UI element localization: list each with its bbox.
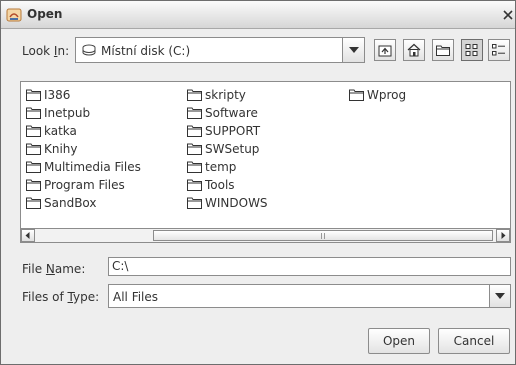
chevron-down-icon [349,47,359,53]
folder-icon [26,107,41,119]
folder-icon [26,143,41,155]
folder-item[interactable]: SandBox [26,194,141,212]
folder-icon [26,125,41,137]
folder-item[interactable]: katka [26,122,141,140]
home-button[interactable] [403,39,425,61]
folder-item[interactable]: temp [187,158,268,176]
folder-icon [187,125,202,137]
folder-icon [187,107,202,119]
new-folder-button[interactable] [432,39,454,61]
grip-icon [321,233,325,239]
window-title: Open [27,7,63,21]
scroll-right-button[interactable] [496,229,510,242]
hard-disk-icon [82,44,96,56]
file-name-input[interactable]: C:\ [108,257,511,276]
folder-icon [349,89,364,101]
new-folder-icon [436,45,450,56]
cancel-button[interactable]: Cancel [438,328,510,354]
file-name-label: File Name: [22,262,86,276]
folder-icon [26,197,41,209]
folder-item[interactable]: Wprog [349,86,406,104]
folder-icon [187,179,202,191]
list-view-button[interactable] [461,39,483,61]
folder-icon [187,89,202,101]
chevron-down-icon [495,293,505,299]
folder-icon [187,161,202,173]
details-view-button[interactable] [488,39,510,61]
folder-item[interactable]: WINDOWS [187,194,268,212]
look-in-value: Místní disk (C:) [101,44,191,58]
folder-item[interactable]: SUPPORT [187,122,268,140]
folder-item[interactable]: skripty [187,86,268,104]
open-dialog: Open Look In: Místní disk (C:) I386 Inet… [0,0,516,365]
folder-item[interactable]: Inetpub [26,104,141,122]
folder-icon [26,179,41,191]
file-list-column: Wprog [349,86,406,104]
file-type-value: All Files [113,290,159,304]
close-icon[interactable] [503,10,513,20]
look-in-label: Look In: [22,44,70,58]
up-one-level-button[interactable] [374,39,396,61]
list-view-icon [465,44,478,56]
horizontal-scrollbar[interactable] [21,228,510,242]
chevron-right-icon [501,232,506,239]
folder-icon [187,143,202,155]
file-type-dropdown-button[interactable] [489,285,510,307]
java-app-icon [6,8,22,22]
folder-icon [26,161,41,173]
folder-item[interactable]: Software [187,104,268,122]
look-in-dropdown-button[interactable] [342,38,364,62]
folder-item[interactable]: Program Files [26,176,141,194]
home-icon [407,43,421,57]
file-list-column: I386 Inetpub katka Knihy Multimedia File… [26,86,141,212]
scroll-left-button[interactable] [21,229,35,242]
folder-icon [187,197,202,209]
details-view-icon [492,44,505,56]
open-button[interactable]: Open [368,328,430,354]
up-one-level-icon [378,45,392,57]
scrollbar-thumb[interactable] [153,230,493,241]
title-bar[interactable]: Open [1,1,515,29]
folder-item[interactable]: I386 [26,86,141,104]
folder-item[interactable]: Multimedia Files [26,158,141,176]
file-type-label: Files of Type: [22,290,100,304]
file-type-combo[interactable]: All Files [108,284,511,308]
file-list[interactable]: I386 Inetpub katka Knihy Multimedia File… [20,81,511,243]
chevron-left-icon [25,232,30,239]
folder-item[interactable]: SWSetup [187,140,268,158]
folder-icon [26,89,41,101]
look-in-combo[interactable]: Místní disk (C:) [75,37,365,63]
folder-item[interactable]: Tools [187,176,268,194]
file-list-column: skripty Software SUPPORT SWSetup temp To… [187,86,268,212]
folder-item[interactable]: Knihy [26,140,141,158]
